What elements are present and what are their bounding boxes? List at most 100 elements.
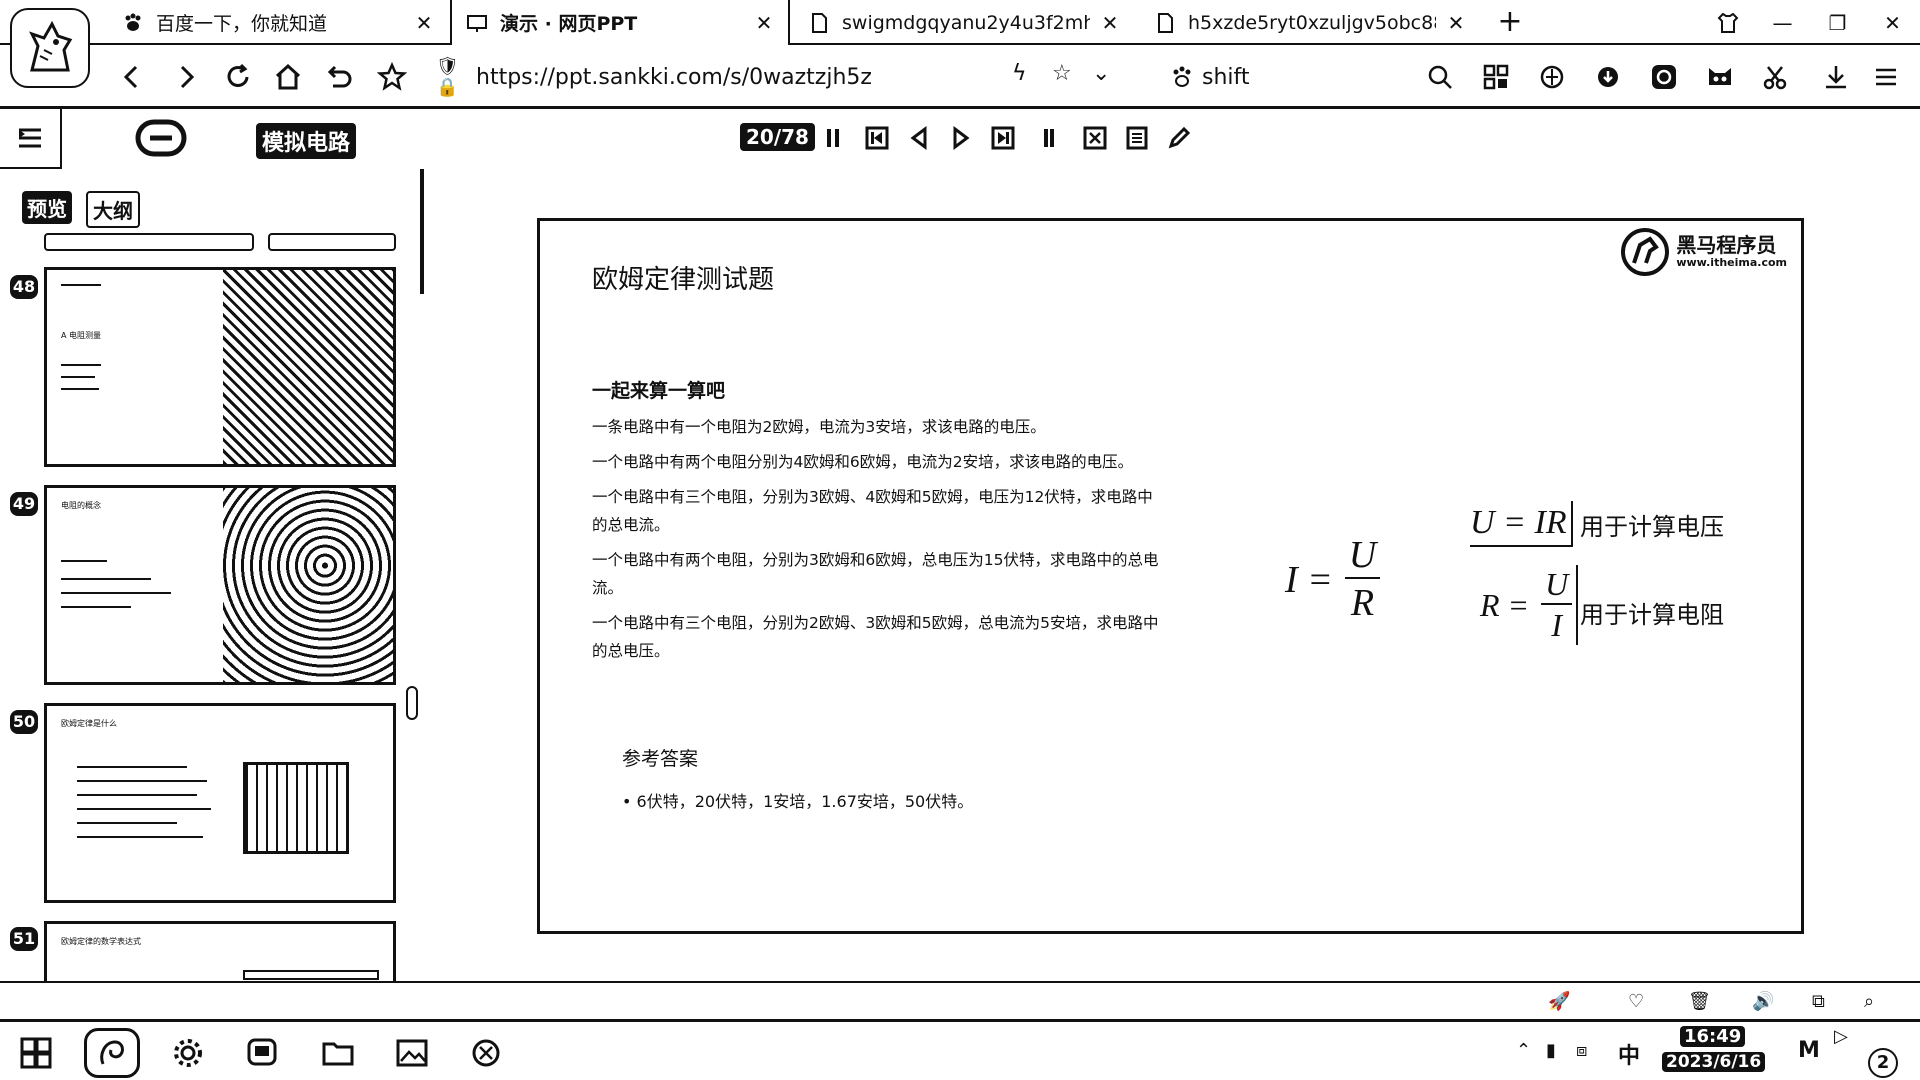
sidebar-scrollbar[interactable]	[420, 169, 424, 294]
profile-button[interactable]: shift	[1170, 57, 1250, 97]
translate-icon[interactable]	[1532, 57, 1572, 97]
chatgpt-icon[interactable]	[1644, 57, 1684, 97]
volume-icon[interactable]: 🔊	[1752, 991, 1774, 1012]
slide-thumbnail[interactable]: 欧姆定律的数学表达式	[44, 921, 396, 981]
presentation-toolbar: 模拟电路 20/78	[0, 109, 1920, 169]
last-slide-button[interactable]	[986, 121, 1020, 155]
home-button[interactable]	[268, 57, 308, 97]
answer-heading: 参考答案	[622, 748, 699, 770]
restore-button[interactable]: ❐	[1810, 0, 1865, 45]
url-text[interactable]: https://ppt.sankki.com/s/0waztzjh5z	[476, 65, 872, 90]
copy-icon[interactable]: ⧉	[1812, 991, 1825, 1012]
slides-icon	[467, 14, 487, 32]
image-icon	[396, 1039, 428, 1067]
taskbar-image-viewer[interactable]	[384, 1028, 440, 1078]
display-icon[interactable]: ⧈	[1576, 1040, 1587, 1061]
tab-document-2[interactable]: h5xzde5ryt0xzuljgv5obc887t ✕	[1140, 0, 1480, 45]
search-icon[interactable]	[1420, 57, 1460, 97]
undo-close-button[interactable]	[318, 57, 358, 97]
slide-thumbnail[interactable]: A 电阻测量	[44, 267, 396, 467]
input-method-icon[interactable]: M	[1798, 1038, 1820, 1063]
paw-icon	[1173, 66, 1191, 87]
tab-baidu[interactable]: 百度一下，你就知道 ✕	[108, 0, 448, 45]
rocket-icon[interactable]: 🚀	[1548, 991, 1570, 1012]
notification-badge[interactable]: 2	[1868, 1048, 1898, 1078]
pause-button[interactable]	[816, 121, 850, 155]
star-icon	[377, 62, 407, 91]
slide-thumbnail[interactable]: 欧姆定律是什么	[44, 703, 396, 903]
horse-logo-icon	[1621, 228, 1670, 276]
clock-time[interactable]: 16:49	[1680, 1026, 1746, 1047]
previous-slide-button[interactable]	[902, 121, 936, 155]
section-heading: 一起来算一算吧	[592, 380, 726, 402]
chevron-up-icon[interactable]: ⌃	[1516, 1040, 1531, 1061]
trash-icon[interactable]: 🗑	[1688, 991, 1711, 1012]
taskbar-ai-app[interactable]	[458, 1028, 514, 1078]
sidebar-resize-handle[interactable]	[406, 686, 418, 720]
zoom-icon[interactable]: ⌕	[1864, 991, 1874, 1012]
divider-button[interactable]	[1032, 121, 1066, 155]
reload-button[interactable]	[218, 57, 258, 97]
tab-presentation[interactable]: 演示 · 网页PPT ✕	[450, 0, 790, 45]
chevron-down-icon[interactable]: ⌄	[1092, 61, 1110, 86]
windows-start-button[interactable]	[8, 1028, 64, 1078]
apps-grid-icon[interactable]	[1476, 57, 1516, 97]
close-icon[interactable]: ✕	[414, 11, 434, 35]
lock-icon[interactable]: 🛡🔒	[436, 56, 476, 98]
close-window-button[interactable]: ✕	[1865, 0, 1920, 45]
current-slide: 欧姆定律测试题 黑马程序员 www.itheima.com 一起来算一算吧 一条…	[537, 218, 1804, 934]
brand-name: 黑马程序员	[1676, 233, 1777, 257]
forward-button[interactable]	[166, 57, 206, 97]
tab-document-1[interactable]: swigmdgqyanu2y4u3f2mh4 ✕	[794, 0, 1134, 45]
horse-icon	[29, 20, 73, 72]
thumbnail-line	[77, 766, 187, 768]
close-icon[interactable]: ✕	[1100, 11, 1120, 35]
taskbar-screen-app[interactable]	[234, 1028, 290, 1078]
notes-button[interactable]	[1120, 121, 1154, 155]
document-title: 模拟电路	[256, 123, 357, 159]
reload-icon	[227, 63, 249, 87]
thumbnail-line	[61, 388, 99, 390]
download-helper-icon[interactable]	[1588, 57, 1628, 97]
pen-button[interactable]	[1162, 121, 1196, 155]
network-icon[interactable]: ▮	[1546, 1040, 1556, 1061]
tab-outline[interactable]: 大纲	[86, 191, 140, 228]
first-slide-button[interactable]	[860, 121, 894, 155]
bookmark-button[interactable]	[372, 57, 412, 97]
thumbnail-line	[61, 560, 107, 562]
tab-preview[interactable]: 预览	[22, 191, 72, 224]
filter-bar[interactable]	[44, 233, 254, 251]
lightning-icon[interactable]: ϟ	[1012, 61, 1027, 86]
download-icon[interactable]	[1816, 57, 1856, 97]
close-icon[interactable]: ✕	[1446, 11, 1466, 35]
shirt-icon[interactable]	[1700, 0, 1755, 45]
scissors-icon[interactable]	[1756, 57, 1796, 97]
clock-date[interactable]: 2023/6/16	[1662, 1052, 1766, 1072]
star-outline-icon[interactable]: ☆	[1052, 61, 1072, 86]
sidebar-toggle-button[interactable]	[0, 109, 62, 169]
play-icon[interactable]: ▷	[1834, 1026, 1848, 1047]
slide-thumbnail[interactable]: 电阻的概念	[44, 485, 396, 685]
back-button[interactable]	[112, 57, 152, 97]
heart-icon[interactable]: ♡	[1628, 991, 1644, 1012]
close-icon[interactable]: ✕	[754, 11, 774, 35]
filter-bar[interactable]	[268, 233, 396, 251]
taskbar-settings[interactable]	[160, 1028, 216, 1078]
address-bar[interactable]: 🛡🔒 https://ppt.sankki.com/s/0waztzjh5z	[436, 56, 1096, 98]
fullscreen-button[interactable]	[1078, 121, 1112, 155]
next-slide-button[interactable]	[944, 121, 978, 155]
ime-indicator[interactable]: 中	[1618, 1038, 1640, 1070]
taskbar-browser[interactable]	[84, 1028, 140, 1078]
tampermonkey-icon[interactable]	[1700, 57, 1740, 97]
thumbnail-title: 欧姆定律的数学表达式	[61, 937, 141, 946]
minimize-button[interactable]: —	[1755, 0, 1810, 45]
monitor-icon	[247, 1038, 277, 1066]
app-logo-icon	[135, 119, 187, 157]
question-item: 一个电路中有三个电阻，分别为3欧姆、4欧姆和5欧姆，电压为12伏特，求电路中的总…	[592, 488, 1153, 534]
menu-icon[interactable]	[1866, 57, 1906, 97]
resistance-formula-label: 用于计算电阻	[1580, 601, 1724, 629]
taskbar-file-explorer[interactable]	[310, 1028, 366, 1078]
browser-logo[interactable]	[10, 8, 90, 88]
new-tab-button[interactable]: +	[1492, 4, 1528, 40]
formula-numerator: U	[1344, 533, 1381, 579]
